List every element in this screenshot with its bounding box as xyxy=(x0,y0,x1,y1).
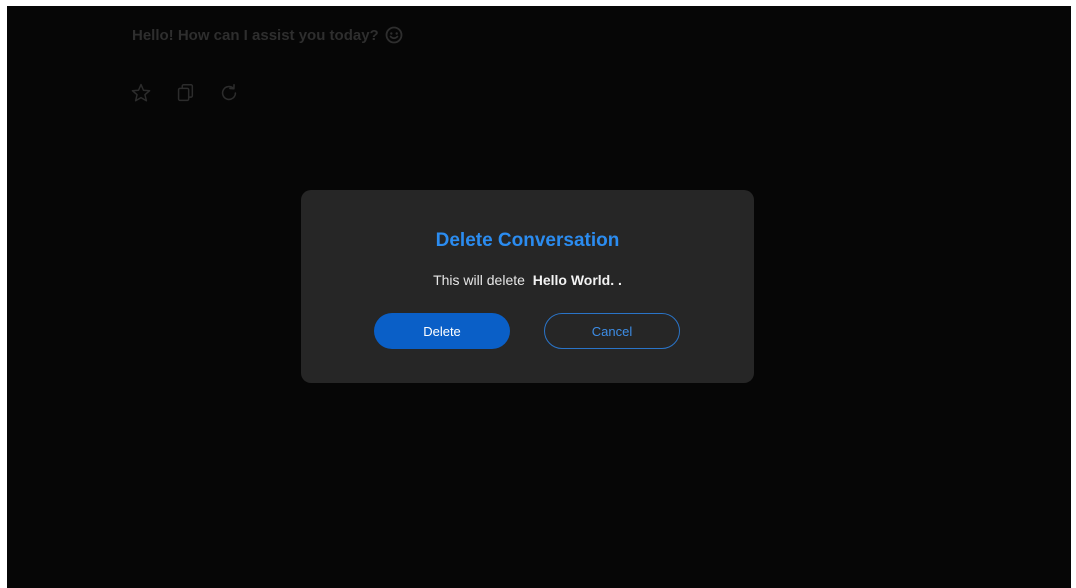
dialog-message-suffix: . xyxy=(618,272,622,288)
dialog-message: This will delete Hello World. . xyxy=(301,272,754,288)
app-window: Hello! How can I assist you today? Delet… xyxy=(7,6,1071,588)
dialog-message-prefix: This will delete xyxy=(433,272,525,288)
delete-conversation-dialog: Delete Conversation This will delete Hel… xyxy=(301,190,754,383)
star-icon[interactable] xyxy=(129,81,153,105)
refresh-icon[interactable] xyxy=(217,81,241,105)
delete-button[interactable]: Delete xyxy=(374,313,510,349)
cancel-button[interactable]: Cancel xyxy=(544,313,680,349)
message-actions xyxy=(129,81,241,105)
dialog-title: Delete Conversation xyxy=(435,230,620,251)
conversation-name: Hello World. xyxy=(532,272,615,288)
smile-emoji-icon xyxy=(385,26,403,44)
assistant-message: Hello! How can I assist you today? xyxy=(132,26,403,44)
copy-icon[interactable] xyxy=(173,81,197,105)
message-text: Hello! How can I assist you today? xyxy=(132,26,379,44)
